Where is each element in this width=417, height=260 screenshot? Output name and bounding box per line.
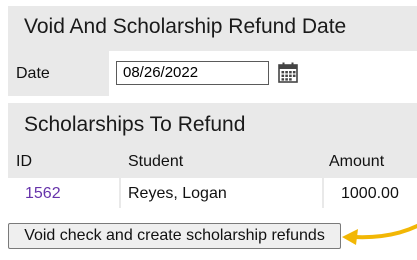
section-title-void-date: Void And Scholarship Refund Date xyxy=(24,15,347,38)
column-header-amount: Amount xyxy=(329,153,385,170)
void-and-refund-button[interactable]: Void check and create scholarship refund… xyxy=(8,223,341,249)
student-name-cell: Reyes, Logan xyxy=(121,178,322,210)
arrow-pointer-icon xyxy=(342,224,417,245)
table-header: ID Student Amount xyxy=(8,148,417,176)
scholarships-to-refund-panel: Scholarships To Refund ID Student Amount… xyxy=(8,103,417,210)
column-header-id: ID xyxy=(16,153,32,170)
column-header-student: Student xyxy=(128,153,184,170)
amount-cell: 1000.00 xyxy=(324,178,417,210)
void-refund-date-panel: Void And Scholarship Refund Date Date 08… xyxy=(8,6,417,96)
date-row: Date 08/26/2022 xyxy=(8,51,417,96)
scholarship-id-link[interactable]: 1562 xyxy=(8,178,119,210)
refund-table: ID Student Amount 1562 Reyes, Logan 1000… xyxy=(8,148,417,210)
date-input[interactable]: 08/26/2022 xyxy=(116,61,269,85)
table-row: 1562 Reyes, Logan 1000.00 xyxy=(8,178,417,210)
date-label: Date xyxy=(8,51,109,96)
calendar-icon[interactable] xyxy=(278,62,298,83)
section-title-scholarships: Scholarships To Refund xyxy=(24,113,246,136)
